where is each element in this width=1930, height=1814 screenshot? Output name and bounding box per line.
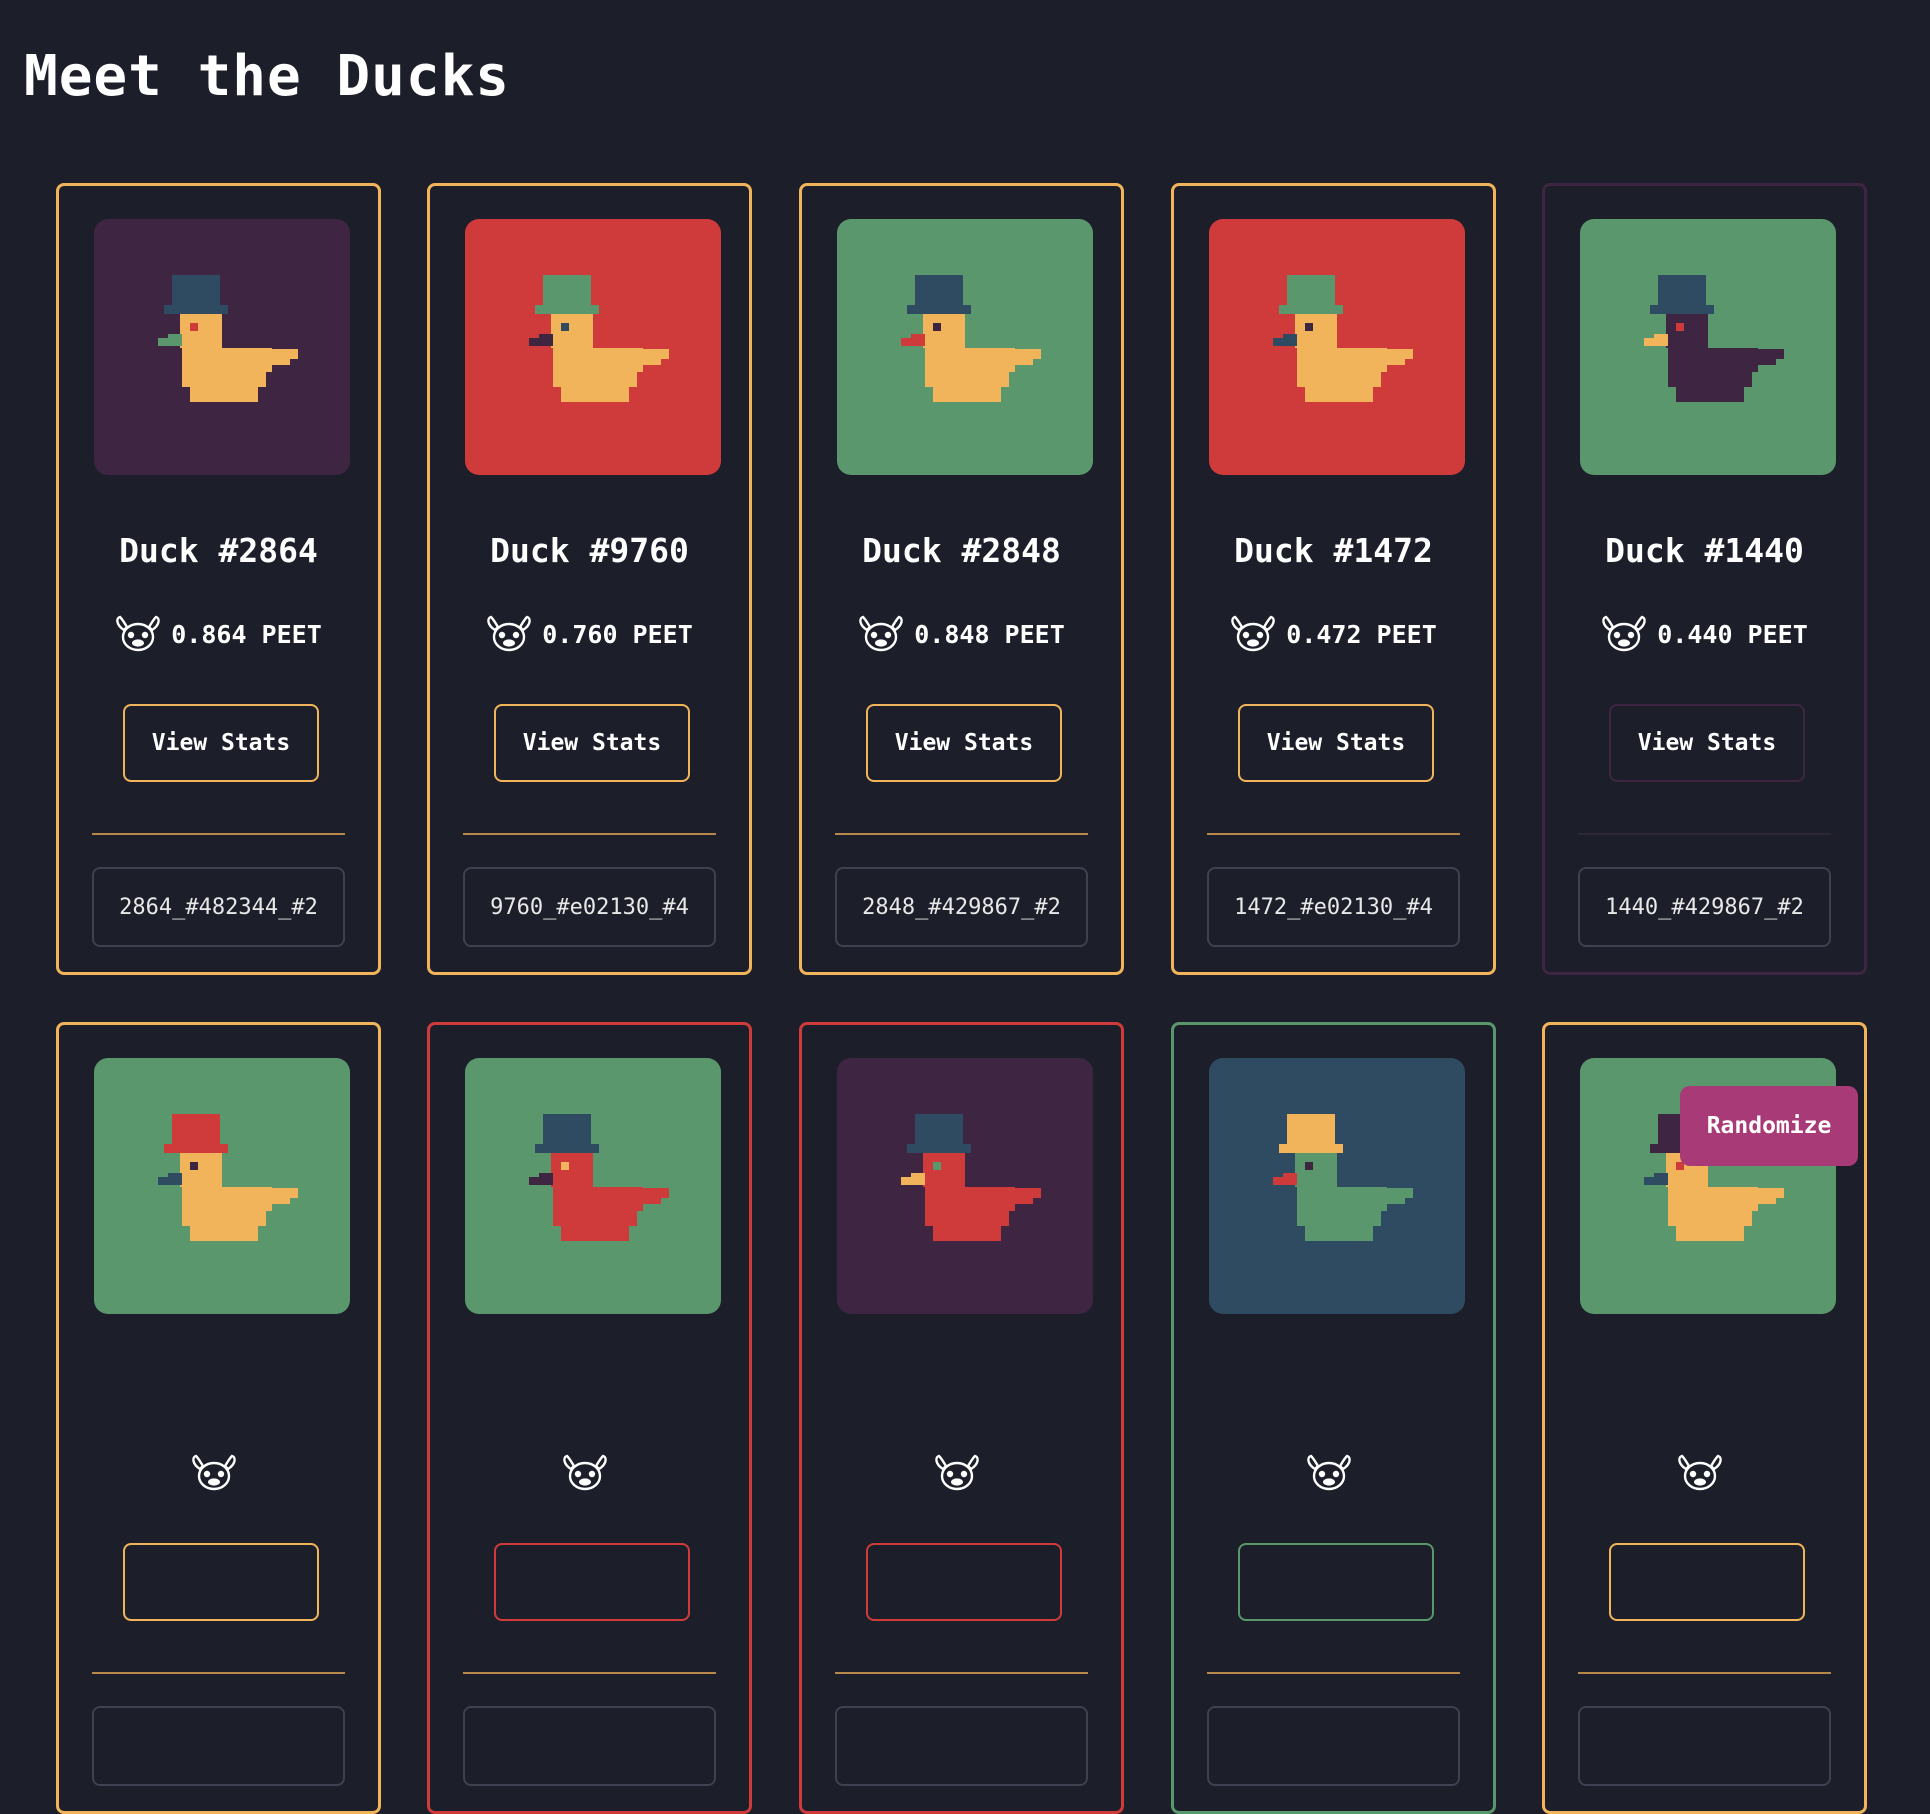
- pixel-duck-icon: [158, 275, 298, 402]
- pixel-duck-icon: [1273, 275, 1413, 402]
- pixel-duck-icon: [1273, 1114, 1413, 1241]
- duck-trait-code: [835, 1706, 1088, 1786]
- duck-card[interactable]: Duck #2864 0.864 PEET View Stats 2864_#4823…: [56, 183, 381, 975]
- duck-face-icon: [1231, 615, 1276, 652]
- duck-card[interactable]: [427, 1022, 752, 1814]
- pixel-duck-icon: [529, 1114, 669, 1241]
- duck-trait-code: [1207, 1706, 1460, 1786]
- view-stats-button[interactable]: [1609, 1543, 1805, 1621]
- view-stats-button[interactable]: [123, 1543, 319, 1621]
- duck-image: [465, 219, 721, 475]
- duck-image: [94, 1058, 350, 1314]
- duck-trait-code: [1578, 1706, 1831, 1786]
- card-divider: [92, 1672, 345, 1674]
- duck-image: [1580, 219, 1836, 475]
- duck-price: [1174, 1453, 1493, 1493]
- price-value: 0.472 PEET: [1286, 619, 1437, 649]
- card-divider: [1207, 1672, 1460, 1674]
- duck-image: [837, 1058, 1093, 1314]
- duck-card[interactable]: Duck #1472 0.472 PEET View Stats 1472_#e021…: [1171, 183, 1496, 975]
- duck-price: [802, 1453, 1121, 1493]
- duck-price: 0.472 PEET: [1174, 614, 1493, 654]
- view-stats-button[interactable]: [1238, 1543, 1434, 1621]
- card-divider: [835, 1672, 1088, 1674]
- view-stats-button[interactable]: View Stats: [1238, 704, 1434, 782]
- card-divider: [1207, 833, 1460, 835]
- duck-image: [837, 219, 1093, 475]
- randomize-button[interactable]: Randomize: [1680, 1086, 1858, 1166]
- view-stats-button[interactable]: [866, 1543, 1062, 1621]
- duck-face-icon: [191, 1454, 236, 1491]
- duck-face-icon: [1602, 615, 1647, 652]
- duck-name: Duck #1472: [1234, 531, 1433, 570]
- duck-card[interactable]: [799, 1022, 1124, 1814]
- view-stats-button[interactable]: View Stats: [866, 704, 1062, 782]
- card-divider: [1578, 1672, 1831, 1674]
- duck-face-icon: [562, 1454, 607, 1491]
- view-stats-button[interactable]: View Stats: [1609, 704, 1805, 782]
- pixel-duck-icon: [158, 1114, 298, 1241]
- duck-price: 0.440 PEET: [1545, 614, 1864, 654]
- duck-face-icon: [859, 615, 904, 652]
- duck-price: 0.848 PEET: [802, 614, 1121, 654]
- pixel-duck-icon: [901, 1114, 1041, 1241]
- price-value: 0.864 PEET: [171, 619, 322, 649]
- pixel-duck-icon: [901, 275, 1041, 402]
- card-divider: [835, 833, 1088, 835]
- duck-price: 0.760 PEET: [430, 614, 749, 654]
- duck-name: Duck #1440: [1605, 531, 1804, 570]
- duck-image: [94, 219, 350, 475]
- price-value: 0.760 PEET: [542, 619, 693, 649]
- pixel-duck-icon: [529, 275, 669, 402]
- duck-trait-code: 9760_#e02130_#4: [463, 867, 716, 947]
- duck-face-icon: [487, 615, 532, 652]
- duck-card[interactable]: Duck #1440 0.440 PEET View Stats 1440_#4298…: [1542, 183, 1867, 975]
- duck-name: Duck #9760: [490, 531, 689, 570]
- duck-card[interactable]: [56, 1022, 381, 1814]
- view-stats-button[interactable]: View Stats: [123, 704, 319, 782]
- view-stats-button[interactable]: [494, 1543, 690, 1621]
- duck-face-icon: [116, 615, 161, 652]
- price-value: 0.848 PEET: [914, 619, 1065, 649]
- duck-price: [1545, 1453, 1864, 1493]
- duck-face-icon: [934, 1454, 979, 1491]
- duck-face-icon: [1306, 1454, 1351, 1491]
- duck-trait-code: 1472_#e02130_#4: [1207, 867, 1460, 947]
- duck-trait-code: [463, 1706, 716, 1786]
- duck-card[interactable]: Duck #2848 0.848 PEET View Stats 2848_#4298…: [799, 183, 1124, 975]
- page-title: Meet the Ducks: [24, 44, 511, 109]
- view-stats-button[interactable]: View Stats: [494, 704, 690, 782]
- duck-trait-code: 2848_#429867_#2: [835, 867, 1088, 947]
- duck-trait-code: 2864_#482344_#2: [92, 867, 345, 947]
- duck-card[interactable]: Duck #9760 0.760 PEET View Stats 9760_#e021…: [427, 183, 752, 975]
- duck-trait-code: 1440_#429867_#2: [1578, 867, 1831, 947]
- duck-price: [59, 1453, 378, 1493]
- duck-card[interactable]: [1171, 1022, 1496, 1814]
- duck-image: [1209, 1058, 1465, 1314]
- duck-price: [430, 1453, 749, 1493]
- duck-name: Duck #2864: [119, 531, 318, 570]
- duck-image: [465, 1058, 721, 1314]
- card-divider: [1578, 833, 1831, 835]
- duck-image: [1209, 219, 1465, 475]
- duck-price: 0.864 PEET: [59, 614, 378, 654]
- card-divider: [463, 833, 716, 835]
- price-value: 0.440 PEET: [1657, 619, 1808, 649]
- duck-trait-code: [92, 1706, 345, 1786]
- pixel-duck-icon: [1644, 275, 1784, 402]
- duck-name: Duck #2848: [862, 531, 1061, 570]
- card-divider: [92, 833, 345, 835]
- duck-face-icon: [1677, 1454, 1722, 1491]
- card-divider: [463, 1672, 716, 1674]
